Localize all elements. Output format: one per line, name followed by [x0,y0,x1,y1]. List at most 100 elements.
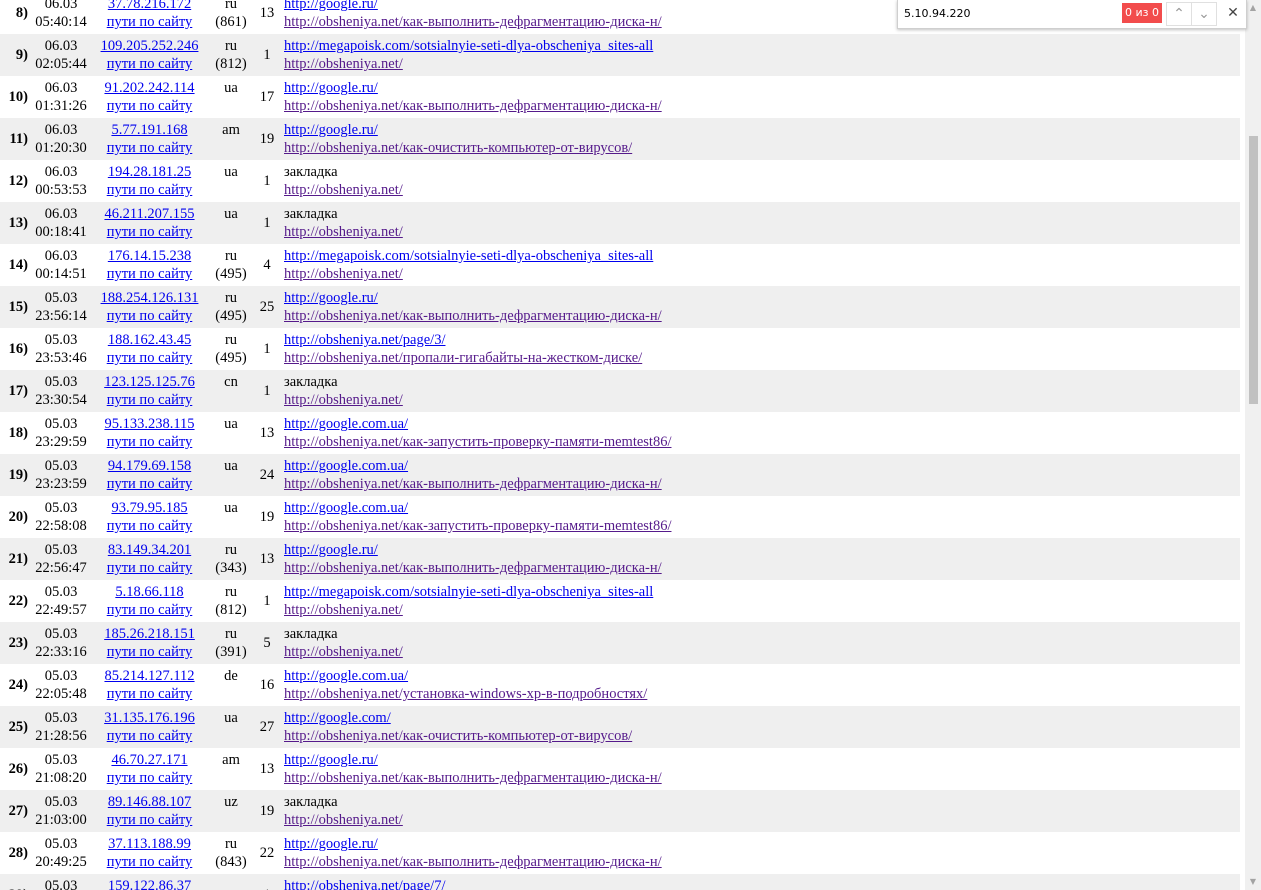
ip-link[interactable]: 46.211.207.155 [91,205,208,223]
referrer-link[interactable]: http://google.com.ua/ [284,667,1240,685]
area-code [208,97,254,115]
ip-link[interactable]: 5.77.191.168 [91,121,208,139]
ip-link[interactable]: 91.202.242.114 [91,79,208,97]
site-paths-link[interactable]: пути по сайту [91,517,208,535]
scroll-down-arrow-icon[interactable]: ▼ [1248,877,1258,887]
visit-date: 05.03 [44,878,78,890]
referrer-link[interactable]: http://google.com/ [284,709,1240,727]
site-paths-link[interactable]: пути по сайту [91,769,208,787]
landing-page-link[interactable]: http://obsheniya.net/ [284,601,1240,619]
ip-link[interactable]: 188.162.43.45 [91,331,208,349]
landing-page-link[interactable]: http://obsheniya.net/ [284,223,1240,241]
ip-link[interactable]: 5.18.66.118 [91,583,208,601]
close-icon[interactable]: ✕ [1224,3,1242,23]
landing-page-link[interactable]: http://obsheniya.net/пропали-гигабайты-н… [284,349,1240,367]
find-input[interactable] [902,3,1120,23]
site-paths-link[interactable]: пути по сайту [91,307,208,325]
visit-datetime: 05.03 23:30:54 [31,370,91,412]
referrer-link[interactable]: http://google.com.ua/ [284,457,1240,475]
ip-link[interactable]: 37.78.216.172 [91,0,208,13]
visit-count: 1 [254,874,280,890]
site-paths-link[interactable]: пути по сайту [91,559,208,577]
visit-date: 05.03 [44,374,78,390]
referrer-link[interactable]: http://megapoisk.com/sotsialnyie-seti-dl… [284,37,1240,55]
site-paths-link[interactable]: пути по сайту [91,685,208,703]
site-paths-link[interactable]: пути по сайту [91,811,208,829]
landing-page-link[interactable]: http://obsheniya.net/ [284,55,1240,73]
site-paths-link[interactable]: пути по сайту [91,433,208,451]
referrer-cell: закладка http://obsheniya.net/ [280,202,1240,244]
site-paths-link[interactable]: пути по сайту [91,265,208,283]
referrer-link[interactable]: http://megapoisk.com/sotsialnyie-seti-dl… [284,247,1240,265]
ip-link[interactable]: 37.113.188.99 [91,835,208,853]
landing-page-link[interactable]: http://obsheniya.net/как-выполнить-дефра… [284,475,1240,493]
landing-page-link[interactable]: http://obsheniya.net/как-запустить-прове… [284,517,1240,535]
chevron-up-icon[interactable]: ⌃ [1166,2,1192,26]
site-paths-link[interactable]: пути по сайту [91,139,208,157]
landing-page-link[interactable]: http://obsheniya.net/как-выполнить-дефра… [284,307,1240,325]
referrer-link[interactable]: http://obsheniya.net/page/7/ [284,877,1240,890]
site-paths-link[interactable]: пути по сайту [91,475,208,493]
vertical-scrollbar[interactable]: ▲ ▼ [1245,0,1261,890]
ip-link[interactable]: 46.70.27.171 [91,751,208,769]
referrer-link[interactable]: http://google.ru/ [284,79,1240,97]
visit-datetime: 06.03 01:20:30 [31,118,91,160]
referrer-link[interactable]: http://megapoisk.com/sotsialnyie-seti-dl… [284,583,1240,601]
scroll-thumb[interactable] [1249,136,1258,404]
referrer-link[interactable]: http://google.ru/ [284,835,1240,853]
landing-page-link[interactable]: http://obsheniya.net/как-очистить-компью… [284,727,1240,745]
ip-link[interactable]: 31.135.176.196 [91,709,208,727]
country-cell: ru (495) [208,244,254,286]
ip-link[interactable]: 194.28.181.25 [91,163,208,181]
site-paths-link[interactable]: пути по сайту [91,727,208,745]
table-row: 12) 06.03 00:53:53 194.28.181.25 пути по сай… [0,160,1240,202]
ip-link[interactable]: 109.205.252.246 [91,37,208,55]
ip-link[interactable]: 185.26.218.151 [91,625,208,643]
site-paths-link[interactable]: пути по сайту [91,55,208,73]
site-paths-link[interactable]: пути по сайту [91,349,208,367]
landing-page-link[interactable]: http://obsheniya.net/как-выполнить-дефра… [284,97,1240,115]
landing-page-link[interactable]: http://obsheniya.net/как-выполнить-дефра… [284,769,1240,787]
chevron-down-icon[interactable]: ⌄ [1191,2,1217,26]
referrer-link[interactable]: http://google.com.ua/ [284,499,1240,517]
site-paths-link[interactable]: пути по сайту [91,601,208,619]
referrer-link[interactable]: http://google.ru/ [284,289,1240,307]
site-paths-link[interactable]: пути по сайту [91,97,208,115]
ip-link[interactable]: 83.149.34.201 [91,541,208,559]
country-code: ru [224,0,238,12]
ip-link[interactable]: 94.179.69.158 [91,457,208,475]
ip-link[interactable]: 85.214.127.112 [91,667,208,685]
referrer-link[interactable]: http://google.com.ua/ [284,415,1240,433]
site-paths-link[interactable]: пути по сайту [91,853,208,871]
site-paths-link[interactable]: пути по сайту [91,643,208,661]
referrer-link[interactable]: http://google.ru/ [284,541,1240,559]
ip-link[interactable]: 123.125.125.76 [91,373,208,391]
site-paths-link[interactable]: пути по сайту [91,391,208,409]
referrer-link[interactable]: http://obsheniya.net/page/3/ [284,331,1240,349]
landing-page-link[interactable]: http://obsheniya.net/ [284,811,1240,829]
landing-page-link[interactable]: http://obsheniya.net/как-выполнить-дефра… [284,559,1240,577]
landing-page-link[interactable]: http://obsheniya.net/как-выполнить-дефра… [284,853,1240,871]
visit-time: 23:23:59 [35,476,87,492]
landing-page-link[interactable]: http://obsheniya.net/ [284,643,1240,661]
visitor-ip-cell: 83.149.34.201 пути по сайту [91,538,208,580]
site-paths-link[interactable]: пути по сайту [91,13,208,31]
referrer-link[interactable]: http://google.ru/ [284,751,1240,769]
ip-link[interactable]: 176.14.15.238 [91,247,208,265]
site-paths-link[interactable]: пути по сайту [91,181,208,199]
landing-page-link[interactable]: http://obsheniya.net/ [284,265,1240,283]
site-paths-link[interactable]: пути по сайту [91,223,208,241]
landing-page-link[interactable]: http://obsheniya.net/как-очистить-компью… [284,139,1240,157]
table-row: 16) 05.03 23:53:46 188.162.43.45 пути по сай… [0,328,1240,370]
referrer-link[interactable]: http://google.ru/ [284,121,1240,139]
landing-page-link[interactable]: http://obsheniya.net/как-запустить-прове… [284,433,1240,451]
ip-link[interactable]: 188.254.126.131 [91,289,208,307]
landing-page-link[interactable]: http://obsheniya.net/установка-windows-x… [284,685,1240,703]
ip-link[interactable]: 93.79.95.185 [91,499,208,517]
ip-link[interactable]: 159.122.86.37 [91,877,208,890]
landing-page-link[interactable]: http://obsheniya.net/ [284,391,1240,409]
ip-link[interactable]: 95.133.238.115 [91,415,208,433]
ip-link[interactable]: 89.146.88.107 [91,793,208,811]
scroll-up-arrow-icon[interactable]: ▲ [1248,3,1258,13]
landing-page-link[interactable]: http://obsheniya.net/ [284,181,1240,199]
